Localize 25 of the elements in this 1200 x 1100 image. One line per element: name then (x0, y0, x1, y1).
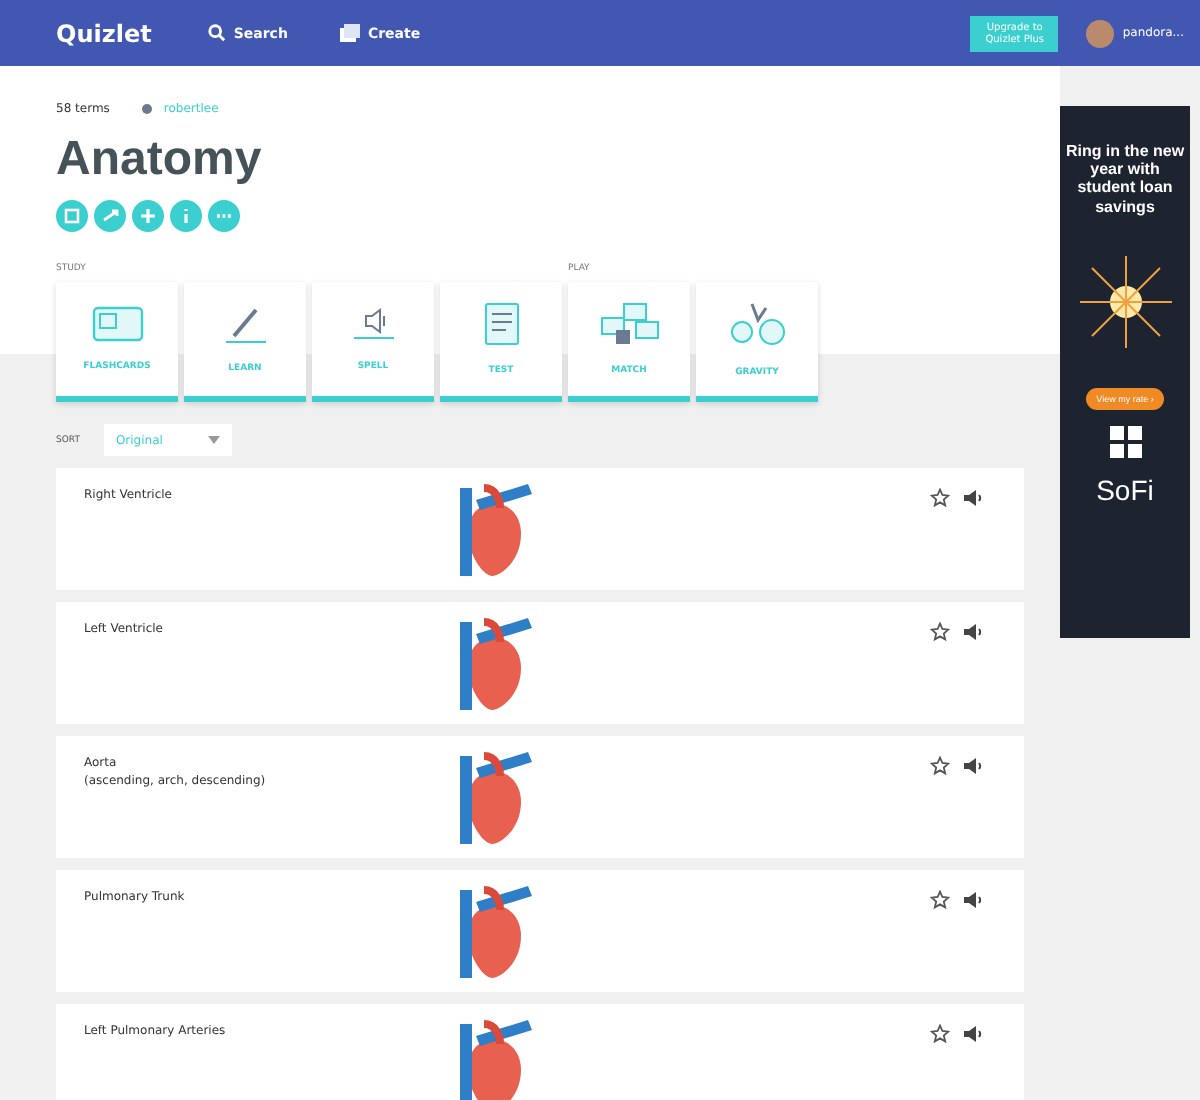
star-icon[interactable] (930, 1024, 950, 1044)
pencil-icon (221, 304, 269, 344)
audio-icon[interactable] (962, 890, 984, 910)
audio-icon[interactable] (962, 756, 984, 776)
document-icon (483, 302, 519, 346)
star-icon[interactable] (930, 756, 950, 776)
audio-icon[interactable] (962, 488, 984, 508)
star-icon[interactable] (930, 488, 950, 508)
match-cards-icon (599, 302, 659, 346)
logo-grid-icon (1109, 425, 1141, 458)
flashcards-icon (91, 306, 143, 342)
cards-icon (339, 24, 360, 42)
star-icon[interactable] (930, 890, 950, 910)
ad-headline: Ring in the new year with student loan savings (1064, 142, 1186, 216)
logo[interactable]: Quizlet (56, 19, 152, 47)
user-icon (141, 104, 152, 114)
ad-brand: SoFi (1096, 473, 1154, 506)
audio-icon[interactable] (962, 622, 984, 642)
sparkler-drawing (1075, 251, 1175, 352)
audio-icon[interactable] (962, 1024, 984, 1044)
set-title: Anatomy (56, 132, 264, 188)
search-icon (207, 24, 226, 42)
speaker-icon (349, 306, 397, 342)
caret-icon (207, 436, 220, 444)
star-icon[interactable] (930, 622, 950, 642)
